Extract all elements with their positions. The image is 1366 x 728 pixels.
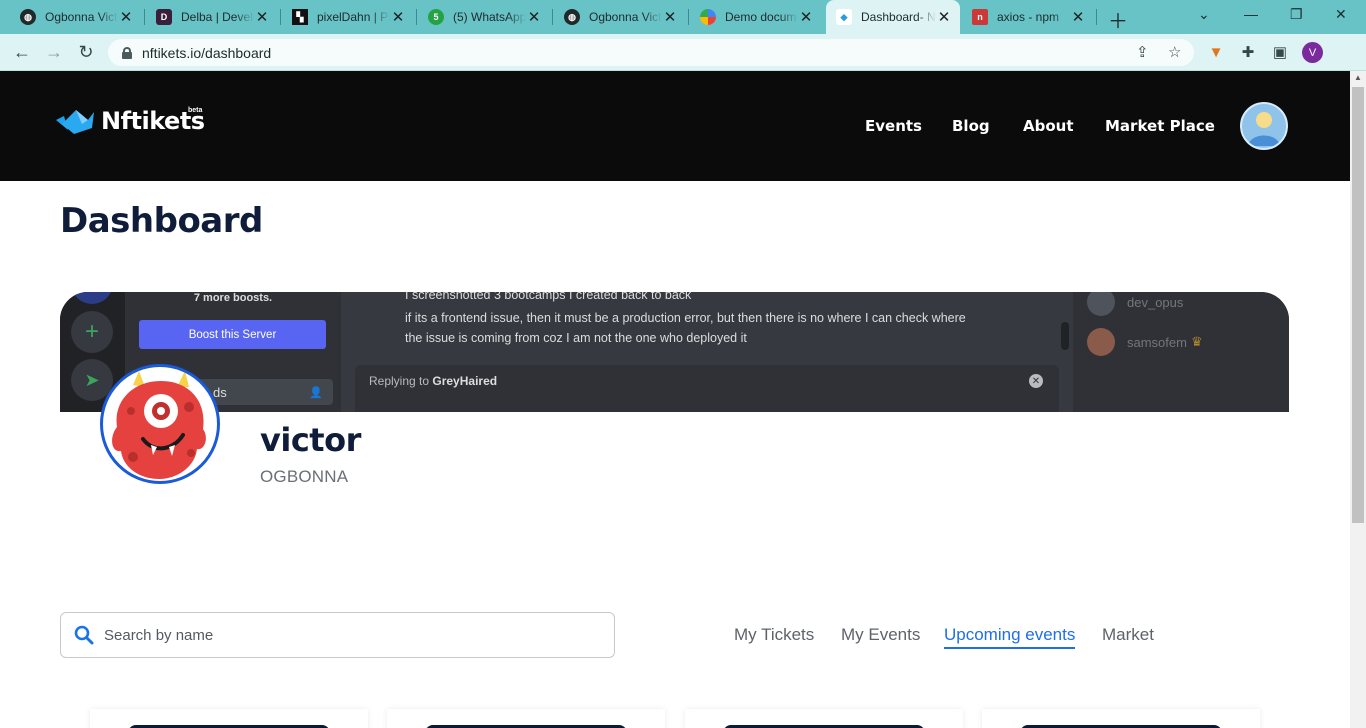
restore-icon[interactable]: ❐	[1290, 6, 1303, 23]
browser-tab[interactable]: 5 (5) WhatsApp ✕	[418, 2, 550, 32]
event-card[interactable]	[685, 709, 963, 728]
nav-about[interactable]: About	[1023, 117, 1074, 135]
delba-icon: D	[156, 9, 172, 25]
browser-tab[interactable]: ◍ Ogbonna Victor ✕	[10, 2, 142, 32]
close-circle-icon: ✕	[1029, 374, 1043, 388]
reload-icon[interactable]: ↻	[74, 41, 98, 63]
add-member-icon: 👤	[309, 386, 323, 399]
scrollbar-thumb[interactable]	[1352, 87, 1364, 523]
close-tab-icon[interactable]: ✕	[1070, 8, 1086, 26]
profile-username: victor	[260, 421, 361, 459]
add-server-icon: +	[71, 311, 113, 353]
site-header: Nftikets beta Events Blog About Market P…	[0, 71, 1350, 181]
monster-avatar-icon	[112, 371, 206, 479]
globe-icon: ◍	[20, 9, 36, 25]
profile-surname: OGBONNA	[260, 467, 349, 486]
page-viewport: Nftikets beta Events Blog About Market P…	[0, 71, 1350, 728]
close-tab-icon[interactable]: ✕	[662, 8, 678, 26]
scroll-up-arrow-icon[interactable]: ▲	[1354, 73, 1362, 82]
profile-avatar[interactable]	[100, 364, 220, 484]
event-card[interactable]	[90, 709, 368, 728]
browser-tab[interactable]: Demo document ✕	[690, 2, 822, 32]
browser-tab[interactable]: D Delba | Developer ✕	[146, 2, 278, 32]
page-scrollbar[interactable]: ▲	[1350, 71, 1366, 728]
banner-reply-bar: Replying to GreyHaired ✕	[355, 365, 1059, 412]
close-tab-icon[interactable]: ✕	[390, 8, 406, 26]
minimize-icon[interactable]: —	[1244, 6, 1258, 22]
globe-icon: ◍	[564, 9, 580, 25]
nav-blog[interactable]: Blog	[952, 117, 990, 135]
close-tab-icon[interactable]: ✕	[526, 8, 542, 26]
npm-icon: n	[972, 9, 988, 25]
user-avatar[interactable]	[1240, 102, 1288, 150]
close-window-icon[interactable]: ✕	[1335, 6, 1347, 23]
metamask-fox-icon[interactable]: ▼	[1207, 43, 1225, 61]
browser-profile-avatar[interactable]: V	[1302, 42, 1323, 63]
close-tab-icon[interactable]: ✕	[798, 8, 814, 26]
tab-upcoming-events[interactable]: Upcoming events	[944, 625, 1076, 649]
search-input[interactable]	[104, 626, 584, 644]
logo-beta-badge: beta	[188, 107, 203, 114]
close-tab-icon[interactable]: ✕	[936, 8, 952, 26]
event-card[interactable]	[387, 709, 665, 728]
side-panel-icon[interactable]: ▣	[1271, 43, 1289, 61]
browser-tab[interactable]: ◍ Ogbonna Victor ✕	[554, 2, 686, 32]
back-icon[interactable]: ←	[10, 41, 34, 63]
share-icon[interactable]: ⇪	[1136, 43, 1149, 61]
nav-market-place[interactable]: Market Place	[1105, 117, 1215, 135]
user-silhouette-icon	[1248, 112, 1280, 146]
tab-search-chevron-icon[interactable]: ⌄	[1198, 6, 1210, 23]
member-avatar	[1087, 328, 1115, 356]
browser-tab-strip: ◍ Ogbonna Victor ✕ D Delba | Developer ✕…	[0, 0, 1366, 34]
close-tab-icon[interactable]: ✕	[118, 8, 134, 26]
nav-events[interactable]: Events	[865, 117, 922, 135]
logo-wave-icon	[54, 106, 98, 136]
nftikets-icon: ◆	[836, 9, 852, 25]
pixel-icon: ▚	[292, 9, 308, 25]
extensions-puzzle-icon[interactable]: ✚	[1239, 43, 1257, 61]
member-avatar	[1087, 292, 1115, 316]
tab-market[interactable]: Market	[1102, 625, 1154, 645]
url-text: nftikets.io/dashboard	[142, 44, 272, 61]
event-card[interactable]	[982, 709, 1260, 728]
crown-icon: ♛	[1190, 334, 1203, 349]
close-tab-icon[interactable]: ✕	[254, 8, 270, 26]
banner-member-list: dev_opus samsofem ♛	[1073, 292, 1289, 412]
browser-tab[interactable]: n axios - npm ✕	[962, 2, 1094, 32]
tab-my-events[interactable]: My Events	[841, 625, 920, 645]
browser-tab[interactable]: ▚ pixelDahn | Pixel ✕	[282, 2, 414, 32]
tab-my-tickets[interactable]: My Tickets	[734, 625, 814, 645]
new-tab-icon[interactable]: ＋	[1108, 5, 1128, 34]
whatsapp-icon: 5	[428, 9, 444, 25]
address-toolbar: ← → ↻ nftikets.io/dashboard ⇪ ☆ ▼ ✚ ▣ V	[0, 34, 1366, 71]
forward-icon[interactable]: →	[42, 41, 66, 63]
browser-tab-active[interactable]: ◆ Dashboard- Nftikets ✕	[826, 0, 960, 34]
search-box[interactable]	[60, 612, 615, 658]
lock-icon	[122, 46, 132, 59]
search-icon	[73, 624, 95, 646]
page-title: Dashboard	[60, 201, 263, 241]
doc-icon	[700, 9, 716, 25]
cover-banner: + ➤ 7 more boosts. Boost this Server ds …	[60, 292, 1289, 412]
url-bar[interactable]: nftikets.io/dashboard	[108, 39, 1194, 66]
site-logo[interactable]: Nftikets beta	[54, 106, 205, 136]
bookmark-star-icon[interactable]: ☆	[1168, 43, 1181, 61]
